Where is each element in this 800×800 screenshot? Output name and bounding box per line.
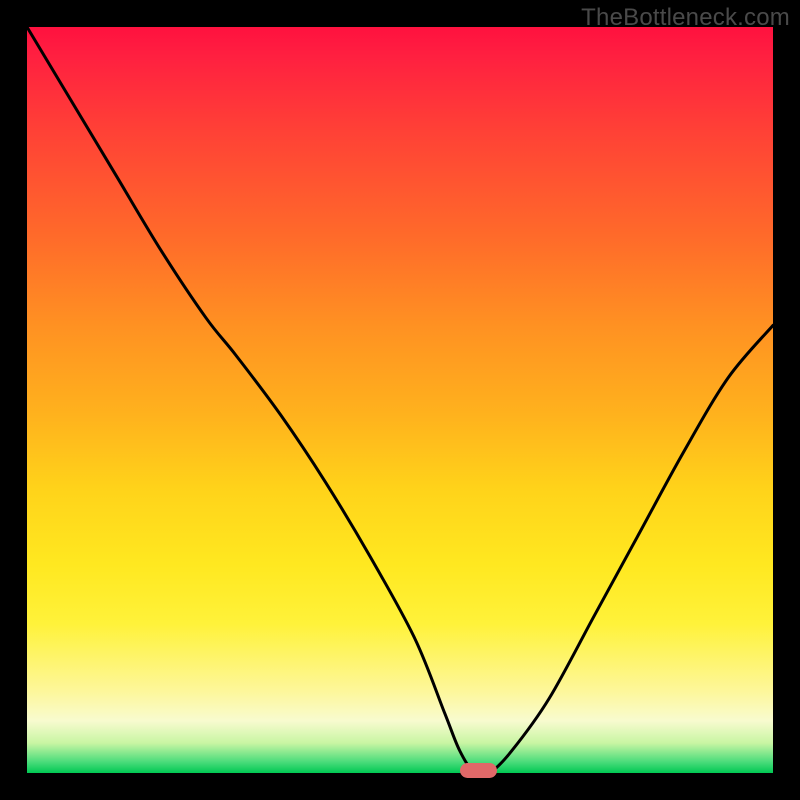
plot-area (27, 27, 773, 773)
chart-frame: TheBottleneck.com (0, 0, 800, 800)
optimal-marker (460, 763, 497, 778)
bottleneck-curve (27, 27, 773, 773)
